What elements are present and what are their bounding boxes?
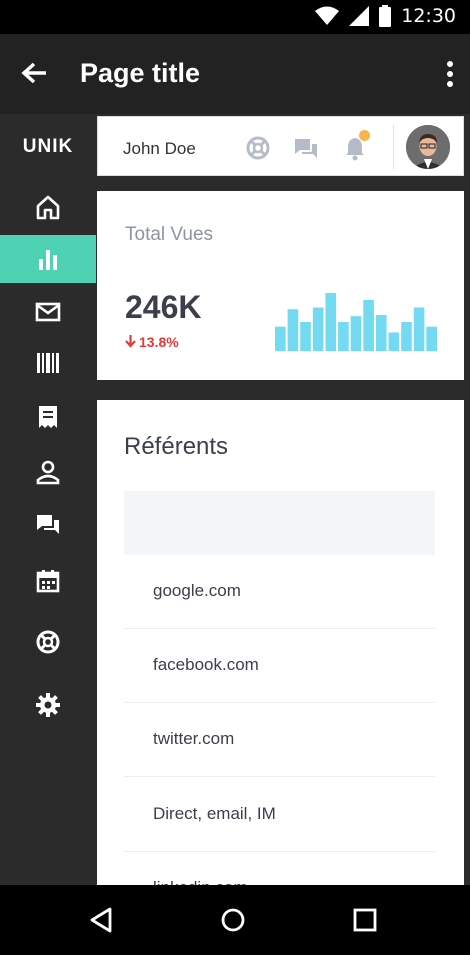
main-content: John Doe Total Vues 246K 13.8% Référents… <box>96 114 470 926</box>
stat-label: Total Vues <box>125 224 214 245</box>
system-nav-bar <box>0 885 470 955</box>
sidebar-item-calendar[interactable] <box>0 557 96 605</box>
sparkline-bar <box>312 307 324 351</box>
sidebar: UNIK <box>0 114 96 885</box>
sparkline-bar <box>401 322 412 351</box>
clock: 12:30 <box>401 5 456 27</box>
table-row[interactable]: facebook.com <box>124 629 435 703</box>
arrow-down-icon <box>125 335 136 348</box>
battery-icon <box>379 5 392 27</box>
chat-icon <box>37 515 59 534</box>
sidebar-item-settings[interactable] <box>0 681 96 729</box>
referent-name: Direct, email, IM <box>153 804 276 823</box>
brand-logo: UNIK <box>22 136 74 157</box>
sidebar-item-home[interactable] <box>0 183 96 231</box>
arrow-back-icon[interactable] <box>18 58 50 90</box>
sparkline-bar <box>287 309 299 351</box>
wifi-icon <box>315 6 340 25</box>
referent-name: twitter.com <box>153 729 235 748</box>
table-row[interactable]: Direct, email, IM <box>124 778 435 852</box>
signal-icon <box>349 6 370 26</box>
avatar-image <box>406 125 450 169</box>
status-bar: 12:30 <box>0 0 470 34</box>
settings-icon <box>36 693 60 717</box>
mail-icon <box>35 302 61 322</box>
sidebar-item-barcode[interactable] <box>0 339 96 387</box>
user-name: John Doe <box>123 139 196 158</box>
sidebar-item-stats[interactable] <box>0 235 96 283</box>
sidebar-item-receipt[interactable] <box>0 393 96 441</box>
stat-value: 246K <box>125 289 202 325</box>
stat-change-value: 13.8% <box>139 334 179 350</box>
sparkline-bar <box>388 332 400 351</box>
referent-name: google.com <box>153 581 241 600</box>
stat-change: 13.8% <box>125 334 179 350</box>
sidebar-item-chat[interactable] <box>0 501 96 549</box>
sparkline-bar <box>363 299 374 351</box>
referents-title: Référents <box>124 433 229 460</box>
notification-dot <box>359 130 370 141</box>
table-row[interactable]: twitter.com <box>124 703 435 777</box>
sidebar-item-mail[interactable] <box>0 288 96 336</box>
sparkline-bar <box>275 326 286 351</box>
bar-chart-icon <box>39 250 57 270</box>
page-title: Page title <box>80 58 201 88</box>
table-row[interactable]: google.com <box>124 555 435 629</box>
sparkline-bar <box>350 316 362 351</box>
recents-nav-icon[interactable] <box>350 905 380 935</box>
views-sparkline <box>275 293 437 351</box>
avatar[interactable] <box>406 125 450 169</box>
sparkline-bar <box>375 315 387 351</box>
barcode-icon <box>37 353 59 373</box>
home-icon <box>36 195 60 220</box>
app-bar: Page title <box>0 34 470 114</box>
divider <box>393 125 394 169</box>
receipt-icon <box>39 406 57 428</box>
referents-table-header <box>124 491 435 555</box>
support-icon <box>36 630 60 654</box>
total-views-card: Total Vues 246K 13.8% <box>97 191 464 380</box>
sparkline-bar <box>426 326 437 351</box>
back-nav-icon[interactable] <box>86 905 116 935</box>
sparkline-bar <box>300 322 311 351</box>
sparkline-bar <box>325 293 337 351</box>
more-vert-icon[interactable] <box>444 60 456 90</box>
chat-icon[interactable] <box>293 135 319 161</box>
referent-name: facebook.com <box>153 655 259 674</box>
sidebar-item-support[interactable] <box>0 618 96 666</box>
sidebar-item-profile[interactable] <box>0 448 96 496</box>
user-header-card: John Doe <box>97 116 464 176</box>
sparkline-bar <box>413 307 425 351</box>
calendar-icon <box>36 570 60 593</box>
support-icon[interactable] <box>245 135 271 161</box>
sparkline-bar <box>338 322 349 351</box>
home-nav-icon[interactable] <box>218 905 248 935</box>
referents-card: Référents google.com facebook.com twitte… <box>97 400 464 926</box>
person-icon <box>36 460 60 485</box>
